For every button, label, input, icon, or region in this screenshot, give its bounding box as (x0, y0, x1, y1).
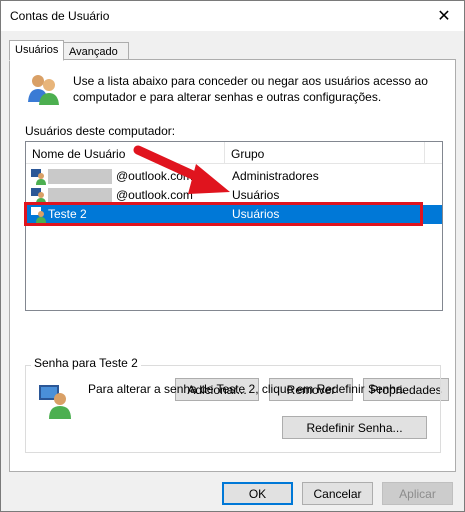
intro-text: Use a lista abaixo para conceder ou nega… (73, 74, 428, 104)
title-bar: Contas de Usuário ✕ (1, 1, 464, 31)
user-icon (31, 188, 46, 204)
password-groupbox-title: Senha para Teste 2 (31, 356, 141, 370)
close-icon[interactable]: ✕ (424, 1, 464, 31)
users-listview[interactable]: Nome de Usuário Grupo @outlook.com Admin… (25, 141, 443, 311)
user-icon (31, 207, 46, 223)
cancel-button[interactable]: Cancelar (302, 482, 373, 505)
user-name: @outlook.com (116, 169, 193, 183)
user-accounts-window: Contas de Usuário ✕ Usuários Avançado Us… (0, 0, 465, 512)
tab-avancado[interactable]: Avançado (63, 42, 129, 60)
reset-password-button[interactable]: Redefinir Senha... (282, 416, 427, 439)
user-group: Usuários (232, 207, 280, 221)
apply-button[interactable]: Aplicar (382, 482, 453, 505)
listview-header: Nome de Usuário Grupo (26, 142, 442, 164)
user-password-icon (39, 385, 71, 419)
window-title: Contas de Usuário (10, 9, 110, 23)
user-group: Administradores (232, 169, 319, 183)
tab-usuarios[interactable]: Usuários (9, 40, 64, 61)
column-header-group[interactable]: Grupo (225, 142, 425, 164)
user-name: Teste 2 (48, 207, 87, 221)
ok-button[interactable]: OK (222, 482, 293, 505)
user-row[interactable]: @outlook.com Usuários (26, 186, 442, 205)
user-row-selected[interactable]: Teste 2 Usuários (26, 205, 442, 224)
redacted-username (48, 188, 112, 203)
users-icon (28, 75, 59, 105)
user-row[interactable]: @outlook.com Administradores (26, 167, 442, 186)
password-groupbox (25, 365, 441, 453)
user-group: Usuários (232, 188, 280, 202)
column-header-username[interactable]: Nome de Usuário (26, 142, 225, 164)
redacted-username (48, 169, 112, 184)
user-name: @outlook.com (116, 188, 193, 202)
password-instructions: Para alterar a senha de Teste 2, clique … (88, 382, 406, 396)
users-list-label: Usuários deste computador: (25, 124, 176, 138)
user-icon (31, 169, 46, 185)
